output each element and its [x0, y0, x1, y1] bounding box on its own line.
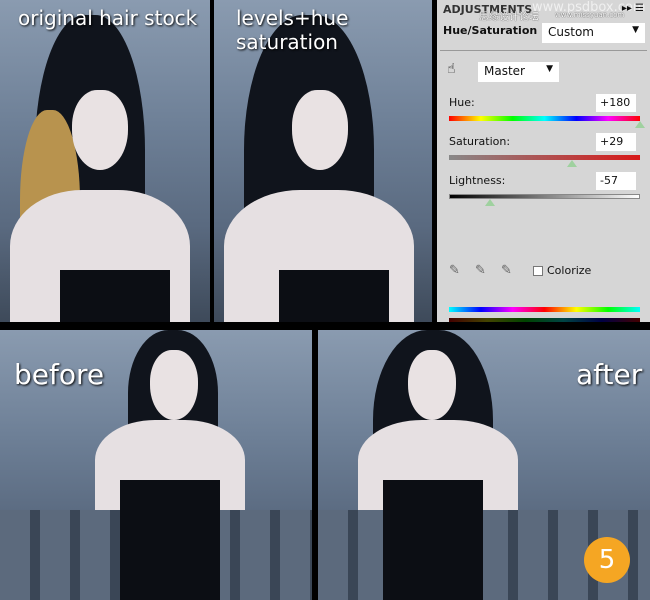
caption-levels: levels+hue saturation [236, 6, 349, 54]
step-number-badge: 5 [584, 537, 630, 583]
preset-value: Custom [548, 25, 594, 39]
hue-slider-thumb[interactable] [635, 121, 645, 128]
lightness-slider-thumb[interactable] [485, 199, 495, 206]
photo-before: before [0, 330, 312, 600]
color-range-bar-bottom [449, 318, 640, 322]
adjustment-name: Hue/Saturation [443, 24, 538, 37]
channel-select[interactable]: Master ▼ [478, 62, 559, 82]
hue-label: Hue: [449, 96, 475, 109]
photo-levels-hue: levels+hue saturation [214, 0, 432, 322]
hue-input[interactable]: +180 [596, 94, 636, 112]
saturation-input[interactable]: +29 [596, 133, 636, 151]
eyedropper-subtract-icon[interactable]: ✎ [501, 263, 512, 278]
caption-before: before [14, 358, 105, 391]
watermark-cn: 思缘设计论坛 [479, 12, 539, 23]
divider [440, 50, 647, 51]
lightness-input[interactable]: -57 [596, 172, 636, 190]
photo-original-hair: original hair stock [0, 0, 210, 322]
targeted-adjustment-hand-icon[interactable]: ☝ [447, 61, 456, 77]
preset-select[interactable]: Custom ▼ [542, 23, 645, 43]
color-range-bar-top [449, 307, 640, 312]
eyedropper-add-icon[interactable]: ✎ [475, 263, 486, 278]
colorize-checkbox[interactable] [533, 266, 543, 276]
panel-menu-icon[interactable]: ▸▸ ☰ [622, 3, 644, 14]
caption-after: after [576, 358, 643, 391]
caption-original: original hair stock [18, 6, 198, 30]
saturation-slider[interactable] [449, 155, 640, 160]
colorize-label: Colorize [547, 264, 592, 277]
chevron-down-icon: ▼ [632, 25, 639, 35]
adjustments-panel: ADJUSTMENTS www.psdbox.com 思缘设计论坛 www.mi… [437, 0, 650, 322]
watermark-url: www.missyuan.com [555, 11, 625, 19]
channel-value: Master [484, 64, 525, 78]
lightness-slider[interactable] [449, 194, 640, 199]
saturation-label: Saturation: [449, 135, 511, 148]
hue-slider[interactable] [449, 116, 640, 121]
saturation-slider-thumb[interactable] [567, 160, 577, 167]
chevron-down-icon: ▼ [546, 64, 553, 74]
eyedropper-icon[interactable]: ✎ [449, 263, 460, 278]
lightness-label: Lightness: [449, 174, 506, 187]
